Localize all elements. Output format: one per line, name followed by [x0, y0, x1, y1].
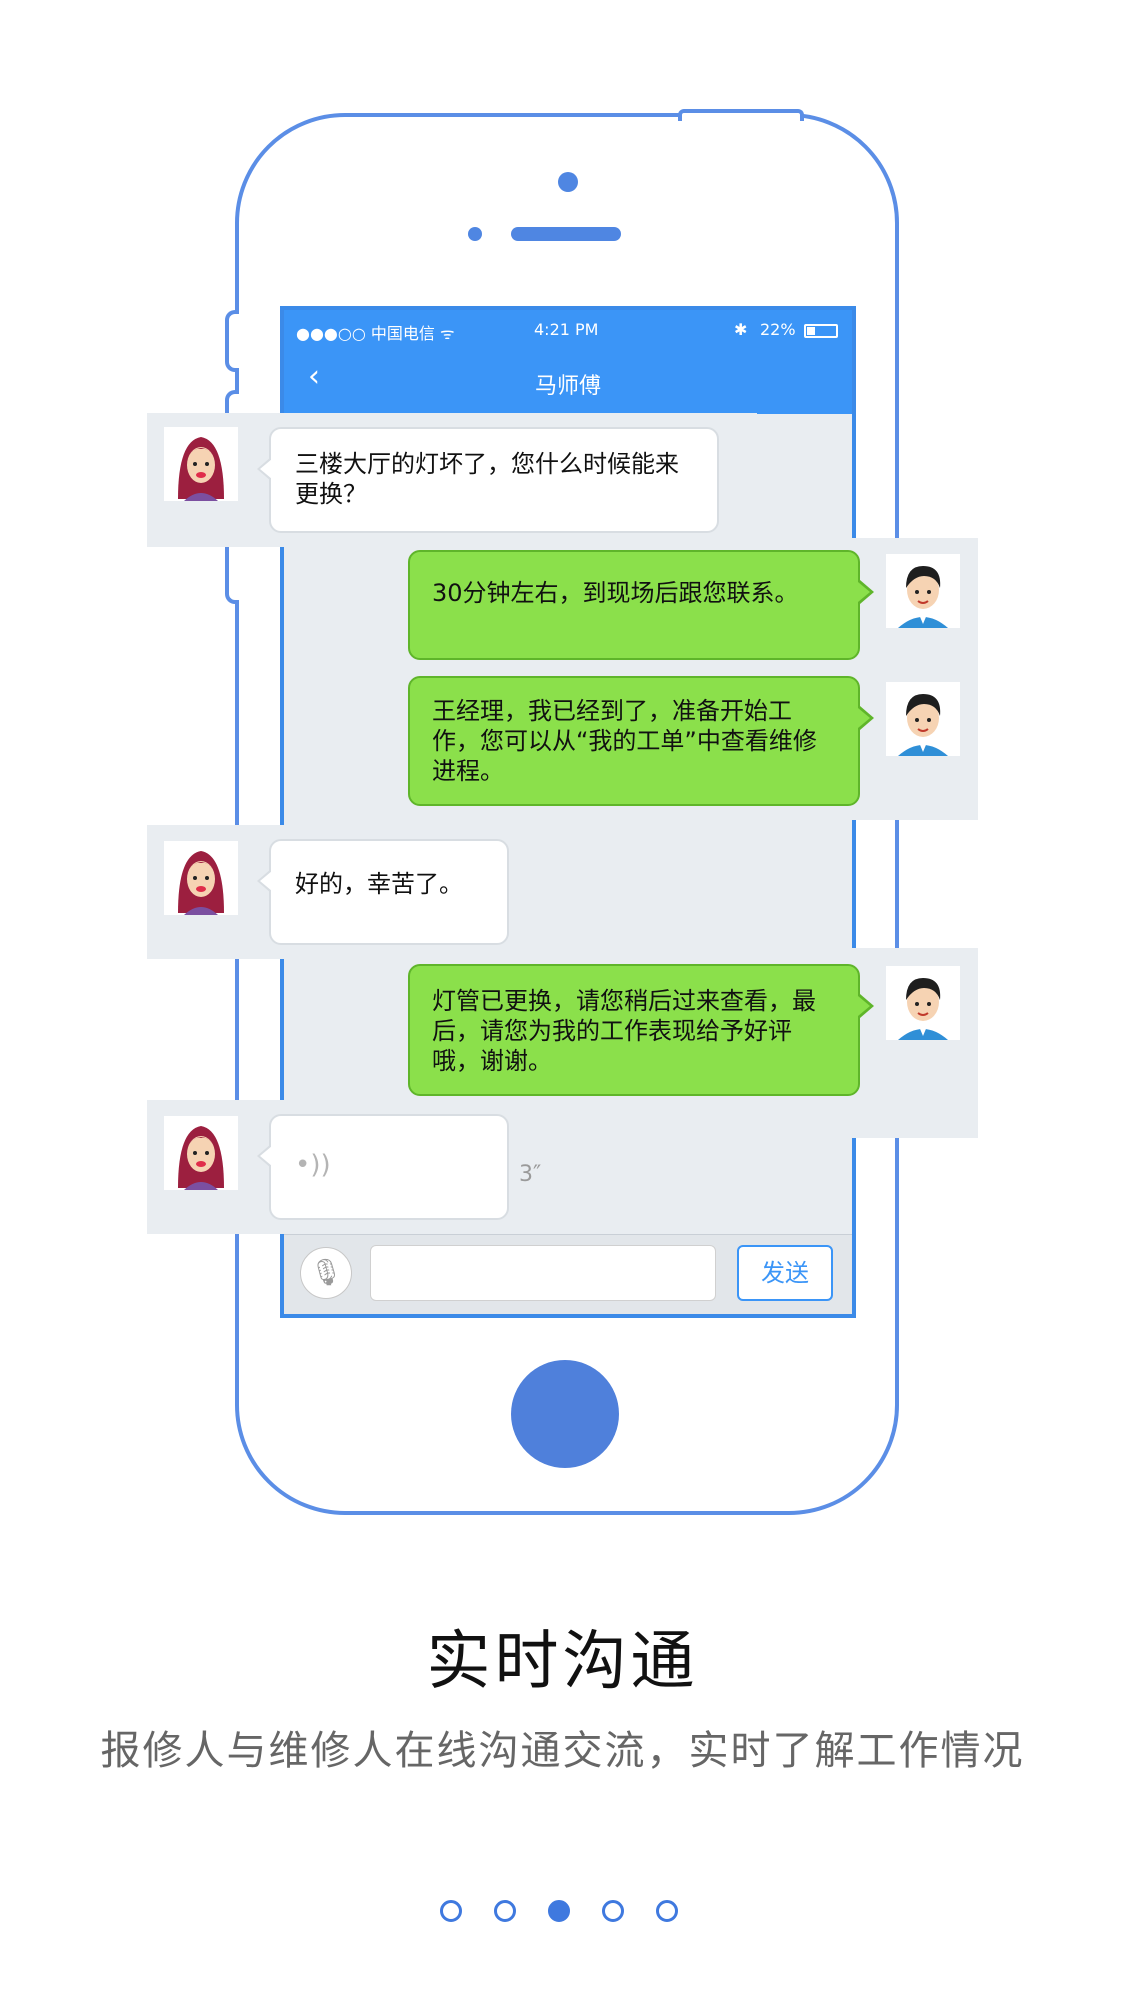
status-carrier: ●●●○○ 中国电信 ᯤ — [296, 324, 455, 343]
pager-dot[interactable] — [440, 1900, 462, 1922]
battery-icon — [804, 324, 838, 338]
input-bar: 🎙 发送 — [284, 1234, 852, 1314]
female-avatar — [164, 841, 238, 915]
status-time: 4:21 PM — [534, 320, 599, 339]
camera-icon — [558, 172, 578, 192]
pager-dot-active[interactable] — [548, 1900, 570, 1922]
pager-dot[interactable] — [494, 1900, 516, 1922]
microphone-icon[interactable]: 🎙 — [300, 1247, 352, 1299]
message-row: 好的，幸苦了。 — [147, 825, 757, 959]
top-bar: ●●●○○ 中国电信 ᯤ 4:21 PM ✱ 22% ‹ 马师傅 — [284, 310, 852, 414]
message-bubble: 三楼大厅的灯坏了，您什么时候能来更换？ — [257, 427, 719, 533]
female-avatar — [164, 1116, 238, 1190]
sensor-icon — [468, 227, 482, 241]
voice-message-bubble[interactable]: •)) — [257, 1114, 509, 1220]
pager-dot[interactable] — [656, 1900, 678, 1922]
voice-duration: 3″ — [519, 1162, 542, 1187]
message-bubble: 好的，幸苦了。 — [257, 839, 509, 945]
message-row: 王经理，我已经到了，准备开始工作，您可以从“我的工单”中查看维修进程。 — [360, 662, 978, 820]
mute-switch — [225, 310, 239, 372]
chat-title: 马师傅 — [534, 374, 601, 399]
page-title: 实时沟通 — [426, 1625, 699, 1699]
bluetooth-icon: ✱ — [734, 320, 748, 339]
male-avatar — [886, 966, 960, 1040]
message-row: 30分钟左右，到现场后跟您联系。 — [360, 538, 978, 662]
message-text: 30分钟左右，到现场后跟您联系。 — [432, 579, 799, 607]
page-subtitle: 报修人与维修人在线沟通交流，实时了解工作情况 — [100, 1728, 1025, 1774]
female-avatar — [164, 427, 238, 501]
message-bubble: 灯管已更换，请您稍后过来查看，最后，请您为我的工作表现给予好评哦，谢谢。 — [408, 964, 874, 1096]
message-text: 灯管已更换，请您稍后过来查看，最后，请您为我的工作表现给予好评哦，谢谢。 — [432, 987, 816, 1075]
speaker-grille — [511, 227, 621, 241]
message-text: 好的，幸苦了。 — [295, 870, 463, 898]
voice-wave-icon: •)) — [295, 1150, 331, 1180]
message-bubble: 王经理，我已经到了，准备开始工作，您可以从“我的工单”中查看维修进程。 — [408, 676, 874, 806]
battery-percent: 22% — [760, 320, 796, 339]
message-bubble: 30分钟左右，到现场后跟您联系。 — [408, 550, 874, 660]
message-input[interactable] — [370, 1245, 716, 1301]
message-row: 三楼大厅的灯坏了，您什么时候能来更换？ — [147, 413, 757, 547]
home-button — [511, 1360, 619, 1468]
male-avatar — [886, 554, 960, 628]
power-button — [678, 109, 804, 121]
message-text: 王经理，我已经到了，准备开始工作，您可以从“我的工单”中查看维修进程。 — [432, 697, 817, 785]
send-button[interactable]: 发送 — [737, 1245, 833, 1301]
pager-dot[interactable] — [602, 1900, 624, 1922]
message-text: 三楼大厅的灯坏了，您什么时候能来更换？ — [295, 450, 679, 508]
message-row: •)) 3″ — [147, 1100, 847, 1234]
male-avatar — [886, 682, 960, 756]
